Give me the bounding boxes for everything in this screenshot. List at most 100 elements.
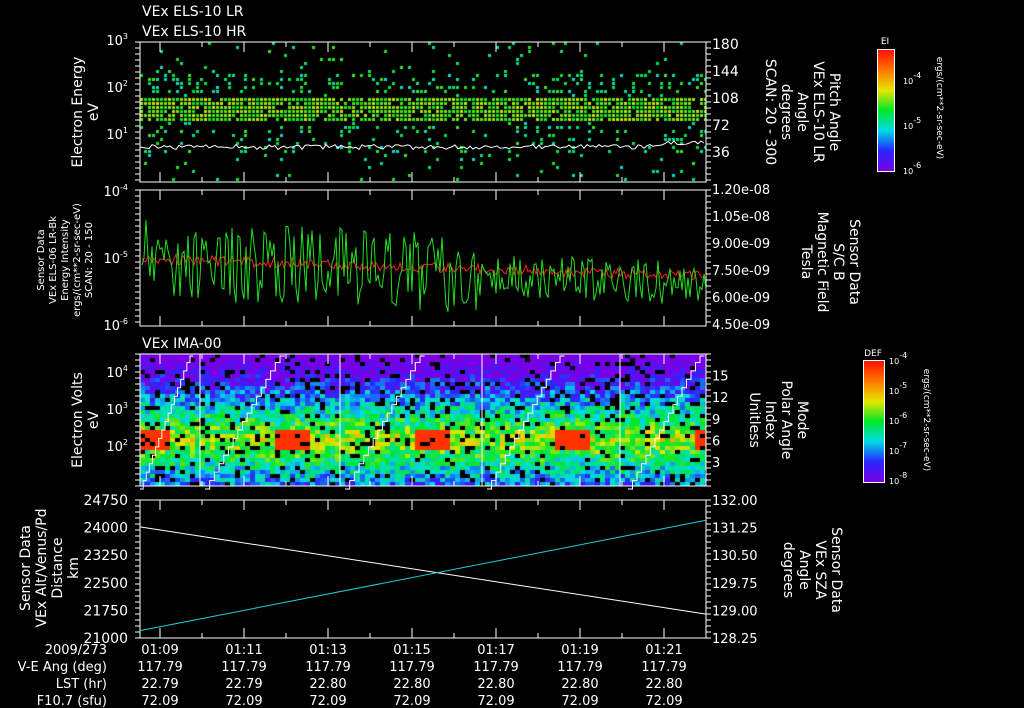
x-tick-label: 01:09 [141,643,178,658]
panel-2-ylabel: Sensor Data [36,229,47,290]
row-value: 22.80 [645,677,682,692]
panel-4-y2tick: 129.00 [712,604,758,619]
polar-angle-line [205,355,285,490]
panel-2-ylabel: ergs/(cm**2-sr-sec-eV) [72,203,83,317]
panel-3-y2tick: 3 [712,456,720,471]
panel-4-ytick: 23250 [83,548,128,564]
panel-3-y2tick: 9 [712,413,720,428]
panel-2-y2tick: 4.50e-09 [712,318,770,333]
row-value: 117.79 [557,660,603,675]
panel-2-ylabel: VEx ELS-06 LR-Bk [48,216,59,304]
panel-3-ylabel: eV [86,410,102,429]
panel-3-colorbar-units: ergs/(cm**2-sr-sec-eV) [921,369,931,471]
row-label: V-E Ang (deg) [18,660,107,675]
row-value: 72.09 [477,694,514,708]
panel-3-y2label: Index [762,401,778,440]
panel-4-y2label: Angle [796,550,812,590]
x-date-label: 2009/273 [45,643,107,658]
panel-2-y2tick: 1.05e-08 [712,210,770,225]
panel-4-ylabel: VEx Alt/Venus/Pd [34,508,50,627]
panel-1-frame [139,41,707,183]
panel-3-y2label: Mode [794,401,810,439]
panel-4-frame [139,499,707,639]
panel-1-y2label: Angle [794,92,810,132]
panel-3-colorbar-label: 10-4 [889,351,907,366]
row-value: 117.79 [221,660,267,675]
panel-2-y2tick: 6.00e-09 [712,291,770,306]
panel-4-ytick: 24000 [83,521,128,537]
polar-angle-line [628,355,705,490]
row-value: 117.79 [389,660,435,675]
panel-1-y2label: SCAN: 20 - 300 [762,59,778,165]
row-label: F10.7 (sfu) [37,694,107,708]
x-tick-label: 01:11 [225,643,262,658]
panel-4-y2tick: 130.50 [712,549,758,564]
panel-4-ytick: 21750 [83,603,128,619]
row-value: 22.79 [225,677,262,692]
row-value: 117.79 [305,660,351,675]
row-value: 72.09 [141,694,178,708]
magnetic-field-line [141,220,707,312]
panel-3-y2label: Unitless [746,392,762,448]
sza-line [139,519,707,632]
panel-3-y2tick: 6 [712,434,720,449]
x-tick-label: 01:13 [309,643,346,658]
panel-1-colorbar-label: 10-5 [903,116,921,131]
panel-4-ylabel: Distance [50,537,66,598]
panel-2-ylabel: Energy Intensity [60,219,71,301]
row-value: 117.79 [137,660,183,675]
panel-4-ylabel: Sensor Data [18,525,34,611]
panel-4-ytick: 22500 [83,576,128,592]
row-value: 117.79 [473,660,519,675]
panel-1-colorbar-label: 10-4 [903,71,921,86]
panel-2-y2tick: 7.50e-09 [712,264,770,279]
x-tick-label: 01:15 [393,643,430,658]
panel-1-colorbar-units: ergs/(cm**2-sr-sec-eV) [934,57,944,159]
panel-1-y2label: VEx ELS-10 LR [810,61,826,163]
row-value: 72.09 [561,694,598,708]
panel-4-y2label: degrees [780,542,796,598]
polar-angle-line [345,355,425,490]
panel-4-ylabel: km [66,557,82,579]
panel-3-colorbar-label: 10-5 [889,381,907,396]
panel-1-colorbar-label: 10-6 [903,161,921,176]
row-value: 117.79 [641,660,687,675]
row-value: 22.80 [309,677,346,692]
row-value: 72.09 [645,694,682,708]
row-value: 22.80 [561,677,598,692]
panel-4-y2tick: 129.75 [712,577,758,592]
x-tick-label: 01:21 [645,643,682,658]
pitch-angle-line [139,140,705,151]
panel-1-colorbar-title: EI [881,37,889,47]
panel-3-y2tick: 12 [712,391,729,406]
panel-4-y2label: VEx SZA [812,540,828,600]
panel-3-colorbar-title: DEF [864,349,882,359]
row-value: 22.79 [141,677,178,692]
panel-1-ylabel: eV [86,102,102,121]
panel-2-y2label: Tesla [798,244,814,280]
panel-3-ytick: 102 [106,438,128,455]
panel-1-title-lr: VEx ELS-10 LR [142,4,244,20]
energy-intensity-line [141,252,707,281]
panel-1-ylabel: Electron Energy [70,57,86,168]
panel-2-y2tick: 1.20e-08 [712,183,770,198]
panel-1-y2label: Pitch Angle [826,73,842,151]
x-tick-label: 01:19 [561,643,598,658]
panel-1-y2tick: 180 [712,37,739,53]
panel-4-y2tick: 132.00 [712,494,758,509]
panel-3-colorbar-label: 10-7 [889,441,907,456]
panel-2-ytick: 10-6 [103,317,128,334]
row-value: 22.80 [393,677,430,692]
panel-3-title: VEx IMA-00 [142,336,222,352]
panel-3-ylabel: Electron Volts [70,372,86,468]
row-value: 72.09 [393,694,430,708]
panel-2-y2tick: 9.00e-09 [712,237,770,252]
panel-1-ytick: 103 [106,32,128,49]
panel-4-y2tick: 128.25 [712,632,758,647]
row-label: LST (hr) [56,677,107,692]
panel-3-y2tick: 15 [712,370,729,385]
tplot-figure: VEx ELS-10 LR VEx ELS-10 HR Electron Energ… [18,4,944,708]
panel-4-y2tick: 131.25 [712,522,758,537]
panel-3-frame [139,353,707,487]
row-value: 22.80 [477,677,514,692]
